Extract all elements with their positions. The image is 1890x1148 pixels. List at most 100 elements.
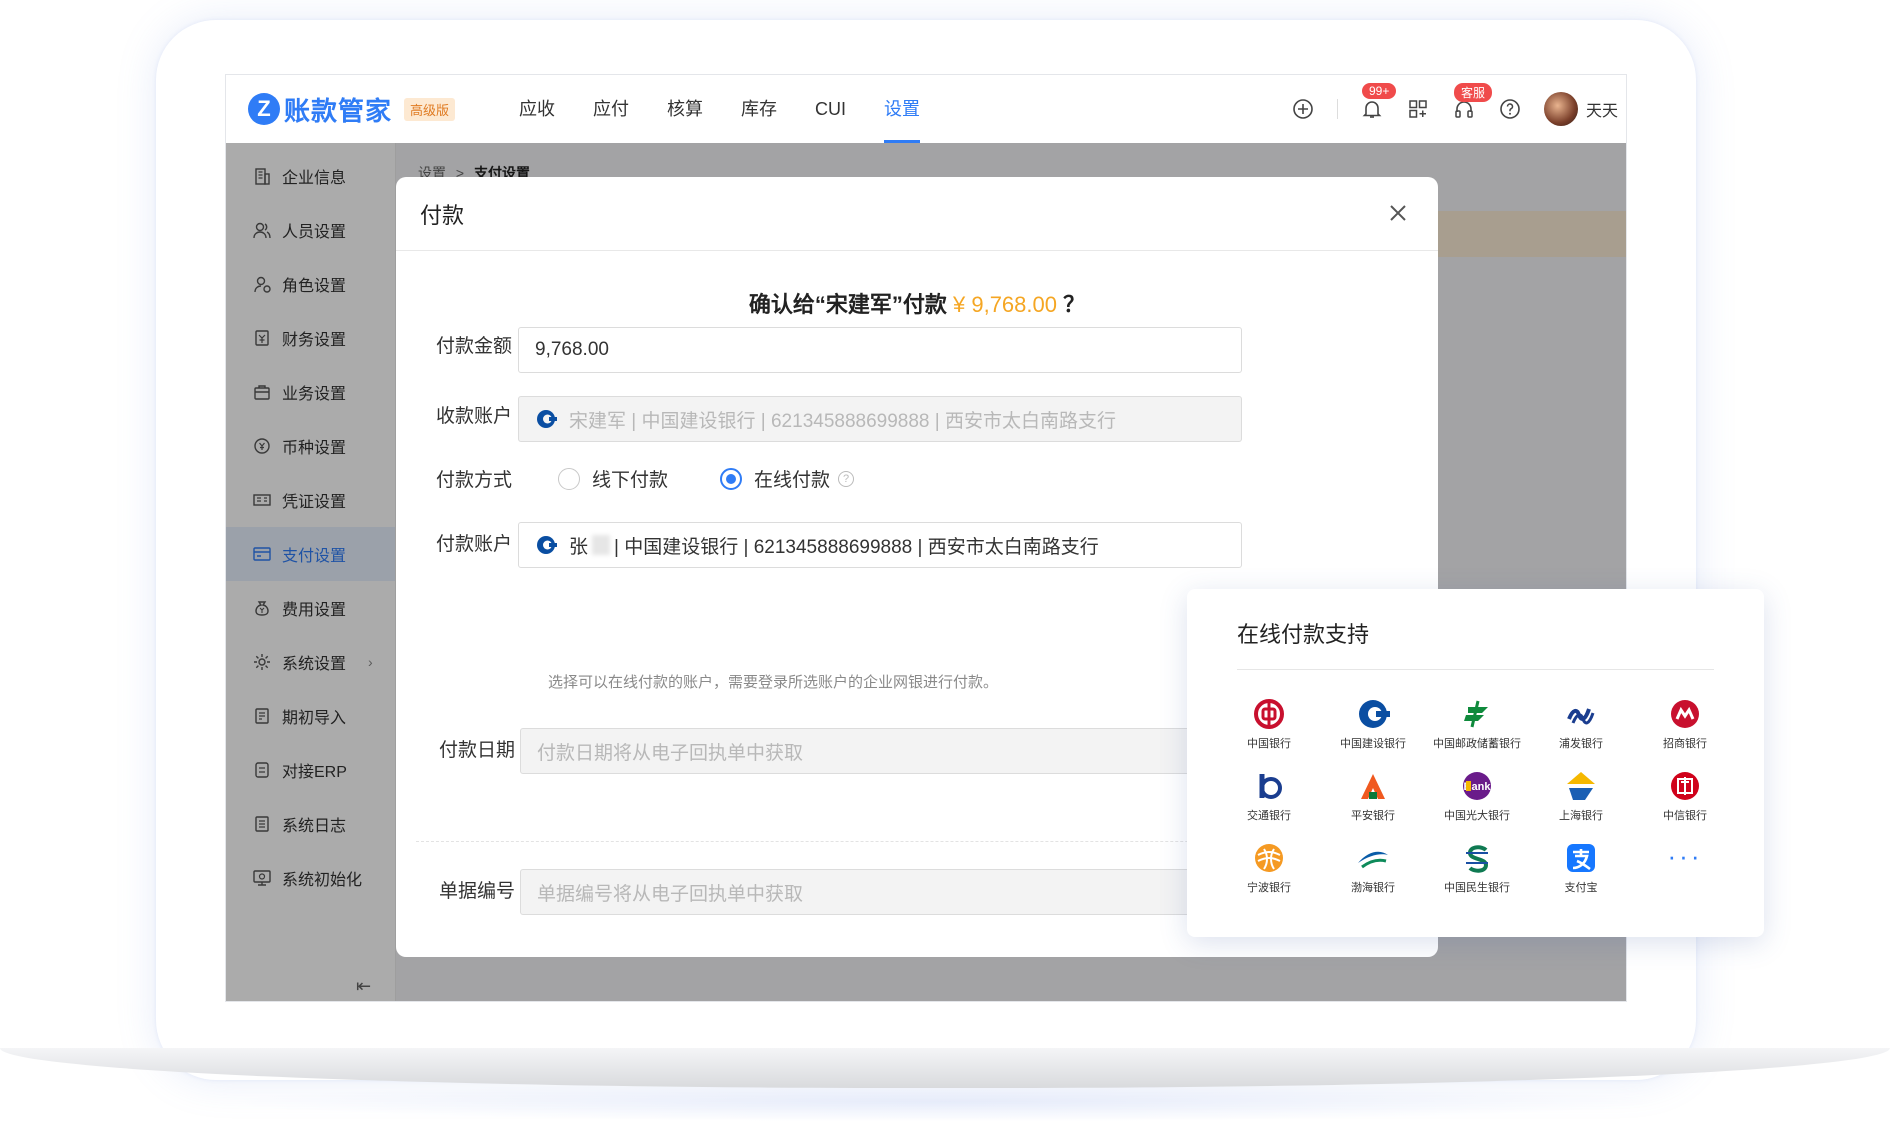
doc-number-label: 单据编号 — [439, 881, 516, 902]
alipay-icon — [1564, 841, 1598, 875]
pingan-icon — [1356, 769, 1390, 803]
online-radio[interactable] — [720, 467, 743, 490]
amount-row: 付款金额 — [436, 331, 518, 358]
spdb-icon — [1564, 697, 1598, 731]
main-nav: 应收 应付 核算 库存 CUI 设置 — [519, 75, 958, 143]
receive-account-label: 收款账户 — [436, 406, 513, 427]
confirm-suffix: ？ — [1063, 292, 1086, 317]
logo-icon: Z — [248, 93, 280, 125]
bank-item: 中国建设银行 — [1321, 697, 1425, 757]
bank-item: 中国银行 — [1217, 697, 1321, 757]
bank-name: 中国邮政储蓄银行 — [1433, 738, 1521, 750]
add-icon[interactable] — [1291, 97, 1315, 121]
doc-number-placeholder: 单据编号将从电子回执单中获取 — [537, 883, 804, 905]
close-icon[interactable] — [1384, 199, 1412, 227]
doc-number-row: 单据编号 — [436, 876, 521, 903]
date-placeholder: 付款日期将从电子回执单中获取 — [537, 742, 804, 764]
service-badge: 客服 — [1453, 83, 1492, 102]
bank-item: 上海银行 — [1529, 769, 1633, 829]
online-payment-option[interactable]: 在线付款 ? — [720, 465, 855, 492]
help-icon[interactable] — [1498, 97, 1522, 121]
amount-value: 9,768.00 — [535, 339, 609, 360]
pay-account-name: 张 — [569, 536, 589, 558]
pay-account-label: 付款账户 — [436, 534, 513, 555]
ccb-icon — [1356, 697, 1390, 731]
more-icon[interactable]: ··· — [1668, 841, 1703, 871]
bank-name: 中信银行 — [1663, 810, 1707, 822]
bank-name: 宁波银行 — [1247, 882, 1291, 894]
bank-name: 中国银行 — [1247, 738, 1291, 750]
bank-item: 渤海银行 — [1321, 841, 1425, 901]
notification-badge: 99+ — [1361, 83, 1397, 99]
bank-item: Bank 中国光大银行 — [1425, 769, 1529, 829]
bank-name: 渤海银行 — [1351, 882, 1395, 894]
masked-name — [592, 535, 611, 555]
headset-icon[interactable]: 客服 — [1452, 83, 1492, 121]
method-label: 付款方式 — [436, 470, 513, 491]
toolbar: 99+ 客服 天天 — [1291, 75, 1622, 143]
bank-name: 平安银行 — [1351, 810, 1395, 822]
nav-tab[interactable]: CUI — [815, 75, 846, 143]
bank-name: 招商银行 — [1663, 738, 1707, 750]
doc-number-field: 单据编号将从电子回执单中获取 — [520, 869, 1242, 915]
nav-tab[interactable]: 应付 — [593, 75, 629, 143]
online-label: 在线付款 — [754, 470, 831, 491]
nbcb-icon — [1252, 841, 1286, 875]
nav-tab[interactable]: 应收 — [519, 75, 555, 143]
bell-icon[interactable]: 99+ — [1360, 83, 1397, 121]
avatar[interactable] — [1543, 92, 1578, 126]
toolbar-divider — [1336, 99, 1338, 119]
bank-name: 浦发银行 — [1559, 738, 1603, 750]
cmb-icon — [1668, 697, 1702, 731]
logo[interactable]: Z 账款管家 高级版 — [248, 91, 456, 128]
amount-label: 付款金额 — [436, 336, 513, 357]
bank-name: 中国民生银行 — [1444, 882, 1510, 894]
bank-item: 中国邮政储蓄银行 — [1425, 697, 1529, 757]
receive-account-field: 宋建军 | 中国建设银行 | 621345888699888 | 西安市太白南路… — [518, 396, 1242, 442]
app-name: 账款管家 — [284, 95, 393, 126]
bos-icon — [1564, 769, 1598, 803]
pay-account-hint: 选择可以在线付款的账户，需要登录所选账户的企业网银进行付款。 — [548, 674, 999, 691]
receive-account-value: 宋建军 | 中国建设银行 | 621345888699888 | 西安市太白南路… — [569, 410, 1116, 432]
bank-grid: 中国银行 中国建设银行 中国邮政储蓄银行 浦发银行 招商银行交通银行 平安银行 Bank 中国… — [1217, 697, 1737, 901]
question-icon[interactable]: ? — [838, 470, 855, 487]
more-banks[interactable]: ··· — [1633, 841, 1737, 901]
bank-item: 支付宝 — [1529, 841, 1633, 901]
bank-item: 平安银行 — [1321, 769, 1425, 829]
pay-account-details: | 中国建设银行 | 621345888699888 | 西安市太白南路支行 — [614, 536, 1099, 558]
edition-badge: 高级版 — [404, 97, 456, 121]
date-field: 付款日期将从电子回执单中获取 — [520, 728, 1242, 774]
bank-item: 浦发银行 — [1529, 697, 1633, 757]
laptop-mockup: Z 账款管家 高级版 应收 应付 核算 库存 CUI 设置 99+ 客服 天天 … — [0, 0, 1890, 1148]
confirm-amount: ¥ 9,768.00 — [953, 292, 1057, 317]
pay-account-select[interactable]: 张 | 中国建设银行 | 621345888699888 | 西安市太白南路支行 — [518, 522, 1242, 568]
receive-account-row: 收款账户 — [436, 401, 518, 428]
cbhb-icon — [1356, 841, 1390, 875]
bank-item: 招商银行 — [1633, 697, 1737, 757]
base-shadow — [220, 1082, 1670, 1122]
citic-icon — [1668, 769, 1702, 803]
offline-radio[interactable] — [558, 467, 580, 490]
psbc-icon — [1460, 697, 1494, 731]
bank-name: 交通银行 — [1247, 810, 1291, 822]
top-bar: Z 账款管家 高级版 应收 应付 核算 库存 CUI 设置 99+ 客服 天天 — [226, 75, 1626, 143]
date-label: 付款日期 — [439, 740, 516, 761]
online-payment-support-card: 在线付款支持 中国银行 中国建设银行 中国邮政储蓄银行 浦发银行 招商银行 交通银行 平安银… — [1187, 589, 1764, 937]
date-row: 付款日期 — [436, 735, 521, 762]
nav-tab[interactable]: 设置 — [884, 75, 921, 143]
offline-payment-option[interactable]: 线下付款 — [558, 465, 668, 492]
ccb-icon — [537, 410, 557, 428]
apps-grid-icon[interactable] — [1406, 97, 1430, 121]
modal-title: 付款 — [396, 177, 1438, 251]
bank-name: 中国建设银行 — [1340, 738, 1406, 750]
nav-tab[interactable]: 库存 — [741, 75, 777, 143]
user-name[interactable]: 天天 — [1586, 97, 1618, 121]
confirm-prefix: 确认给“宋建军”付款 — [748, 292, 947, 317]
pay-account-row: 付款账户 — [436, 529, 518, 556]
ccb-icon — [537, 536, 557, 554]
nav-tab[interactable]: 核算 — [667, 75, 703, 143]
bocom-icon — [1252, 769, 1286, 803]
bank-item: 中国民生银行 — [1425, 841, 1529, 901]
method-row: 付款方式 线下付款 在线付款 ? — [436, 465, 906, 492]
amount-input[interactable]: 9,768.00 — [518, 327, 1242, 373]
